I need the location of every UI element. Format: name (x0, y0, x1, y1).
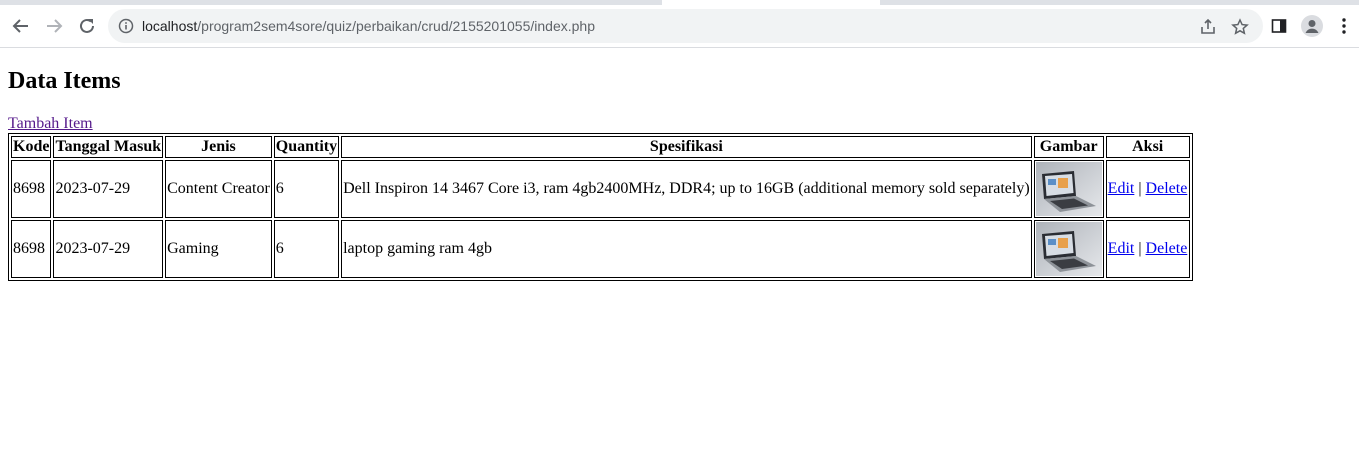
laptop-image (1035, 222, 1102, 276)
browser-toolbar: localhost/program2sem4sore/quiz/perbaika… (0, 5, 1359, 48)
cell-kode: 8698 (11, 160, 52, 218)
forward-icon[interactable] (42, 14, 66, 38)
action-separator: | (1138, 180, 1142, 197)
header-kode: Kode (11, 136, 52, 158)
site-info-icon[interactable] (118, 18, 134, 34)
cell-aksi: Edit | Delete (1105, 220, 1190, 278)
header-spesifikasi: Spesifikasi (341, 136, 1032, 158)
edit-link[interactable]: Edit (1108, 180, 1135, 197)
cell-tanggal: 2023-07-29 (53, 220, 164, 278)
cell-aksi: Edit | Delete (1105, 160, 1190, 218)
table-row: 8698 2023-07-29 Content Creator 6 Dell I… (11, 160, 1190, 218)
header-quantity: Quantity (273, 136, 340, 158)
side-panel-icon[interactable] (1267, 14, 1291, 38)
header-jenis: Jenis (165, 136, 272, 158)
table-header-row: Kode Tanggal Masuk Jenis Quantity Spesif… (11, 136, 1190, 158)
cell-quantity: 6 (273, 220, 340, 278)
menu-kebab-icon[interactable] (1332, 14, 1356, 38)
url-text[interactable]: localhost/program2sem4sore/quiz/perbaika… (142, 9, 595, 43)
profile-avatar-icon[interactable] (1300, 14, 1324, 38)
delete-link[interactable]: Delete (1146, 240, 1188, 257)
action-separator: | (1138, 240, 1142, 257)
header-tanggal-masuk: Tanggal Masuk (53, 136, 164, 158)
header-gambar: Gambar (1033, 136, 1104, 158)
cell-spesifikasi: laptop gaming ram 4gb (341, 220, 1032, 278)
cell-quantity: 6 (273, 160, 340, 218)
url-host: localhost (142, 18, 198, 34)
address-bar[interactable]: localhost/program2sem4sore/quiz/perbaika… (108, 9, 1263, 43)
laptop-image (1035, 162, 1102, 216)
bookmark-star-icon[interactable] (1231, 18, 1249, 36)
page-title: Data Items (8, 68, 121, 94)
cell-gambar (1033, 160, 1104, 218)
cell-spesifikasi: Dell Inspiron 14 3467 Core i3, ram 4gb24… (341, 160, 1032, 218)
cell-jenis: Gaming (165, 220, 272, 278)
cell-kode: 8698 (11, 220, 52, 278)
header-aksi: Aksi (1105, 136, 1190, 158)
url-path: /program2sem4sore/quiz/perbaikan/crud/21… (197, 18, 595, 34)
cell-gambar (1033, 220, 1104, 278)
edit-link[interactable]: Edit (1108, 240, 1135, 257)
items-table: Kode Tanggal Masuk Jenis Quantity Spesif… (8, 133, 1193, 281)
cell-tanggal: 2023-07-29 (53, 160, 164, 218)
add-item-link[interactable]: Tambah Item (8, 115, 93, 133)
delete-link[interactable]: Delete (1146, 180, 1188, 197)
share-icon[interactable] (1199, 18, 1217, 36)
table-row: 8698 2023-07-29 Gaming 6 laptop gaming r… (11, 220, 1190, 278)
cell-jenis: Content Creator (165, 160, 272, 218)
back-icon[interactable] (9, 14, 33, 38)
reload-icon[interactable] (75, 14, 99, 38)
